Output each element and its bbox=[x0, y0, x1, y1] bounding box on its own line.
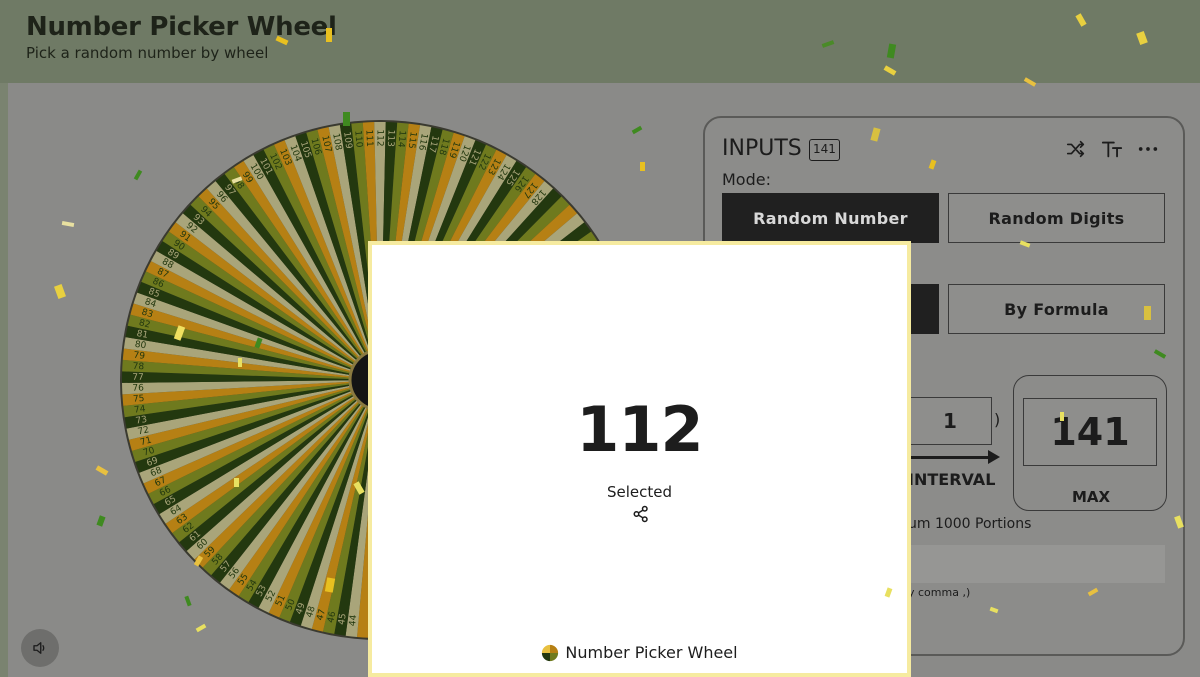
text-size-button[interactable] bbox=[1101, 138, 1123, 160]
text-size-icon bbox=[1101, 141, 1123, 158]
confetti-piece bbox=[640, 162, 645, 171]
mode-label: Mode: bbox=[722, 170, 771, 189]
wheel-slice-label: 114 bbox=[395, 130, 407, 148]
wheel-slice-label: 73 bbox=[135, 415, 148, 427]
max-input[interactable]: 141 bbox=[1023, 398, 1157, 466]
app-header: Number Picker Wheel Pick a random number… bbox=[0, 0, 1200, 83]
wheel-slice-label: 112 bbox=[375, 129, 385, 146]
wheel-slice-label: 80 bbox=[134, 340, 147, 352]
wheel-slice-label: 74 bbox=[134, 404, 147, 415]
speaker-icon bbox=[33, 642, 45, 654]
portion-note: um 1000 Portions bbox=[908, 516, 1032, 532]
sound-button[interactable] bbox=[21, 629, 59, 667]
entry-count-badge: 141 bbox=[809, 139, 840, 161]
confetti-piece bbox=[326, 28, 332, 42]
result-value: 112 bbox=[576, 393, 703, 466]
shuffle-button[interactable] bbox=[1065, 138, 1087, 160]
comma-note: y comma ,) bbox=[908, 586, 971, 599]
wheel-slice-label: 111 bbox=[363, 129, 374, 147]
confetti-piece bbox=[238, 358, 242, 367]
wheel-slice-label: 110 bbox=[352, 130, 364, 148]
shuffle-icon bbox=[1066, 140, 1085, 158]
by-formula-button[interactable]: By Formula bbox=[948, 284, 1165, 334]
mode-random-digits-button[interactable]: Random Digits bbox=[948, 193, 1165, 243]
interval-label: INTERVAL bbox=[908, 470, 996, 489]
confetti-piece bbox=[343, 112, 350, 126]
brand-logo-icon bbox=[542, 644, 559, 661]
result-dialog[interactable]: 112 Selected Number Picker Wheel bbox=[368, 241, 911, 677]
max-card: 141 MAX bbox=[1013, 375, 1167, 511]
wheel-slice-label: 75 bbox=[133, 394, 145, 405]
brand-name: Number Picker Wheel bbox=[565, 643, 738, 662]
wheel-slice-label: 77 bbox=[132, 373, 144, 383]
confetti-piece bbox=[1144, 306, 1151, 320]
interval-arrow bbox=[906, 456, 994, 459]
confetti-piece bbox=[1060, 412, 1064, 421]
wheel-slice-label: 79 bbox=[133, 351, 146, 362]
interval-paren: ) bbox=[994, 410, 1001, 429]
panel-toolbar bbox=[1065, 138, 1159, 160]
wheel-slice-label: 44 bbox=[348, 614, 359, 627]
mode-random-number-button[interactable]: Random Number bbox=[722, 193, 939, 243]
brand: Number Picker Wheel bbox=[372, 643, 907, 662]
share-icon[interactable] bbox=[632, 505, 650, 523]
wheel-slice-label: 78 bbox=[132, 362, 144, 373]
wheel-slice-label: 113 bbox=[385, 129, 396, 147]
wheel-slice-label: 76 bbox=[132, 383, 144, 393]
result-label: Selected bbox=[606, 483, 673, 501]
app-title: Number Picker Wheel bbox=[26, 12, 337, 42]
confetti-piece bbox=[234, 478, 239, 487]
more-button[interactable] bbox=[1137, 138, 1159, 160]
max-label: MAX bbox=[1071, 488, 1111, 506]
exclude-list-field[interactable] bbox=[908, 545, 1165, 583]
app-subtitle: Pick a random number by wheel bbox=[26, 44, 269, 62]
interval-input[interactable]: 1 bbox=[908, 397, 992, 445]
wheel-slice-label: 45 bbox=[337, 613, 349, 626]
more-icon bbox=[1138, 147, 1158, 151]
interval-arrow-head bbox=[988, 450, 1000, 464]
wheel-slice-label: 81 bbox=[136, 329, 149, 341]
panel-title: INPUTS bbox=[722, 136, 802, 161]
